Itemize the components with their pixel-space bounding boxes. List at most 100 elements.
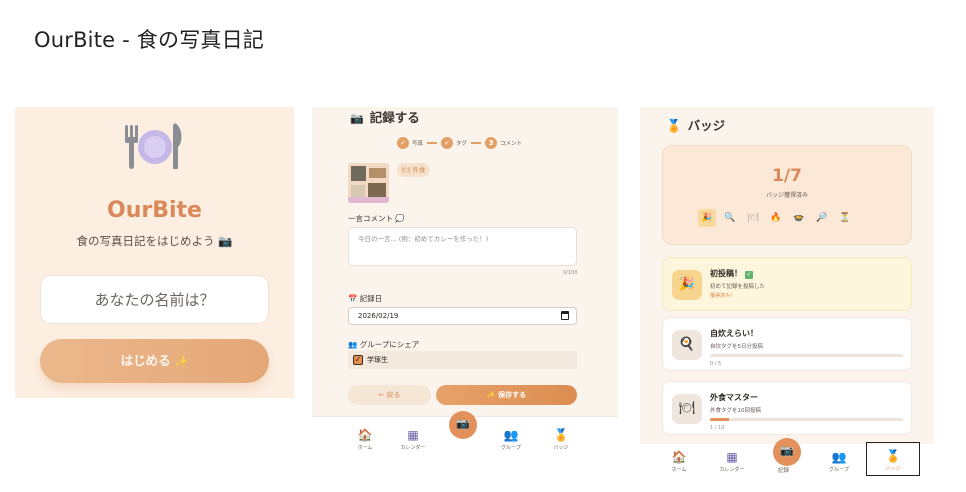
badge-card-progress: 0 / 5 xyxy=(710,361,722,367)
calendar-picker-icon[interactable] xyxy=(561,311,569,320)
badge-card-title: 初投稿！ ✓ xyxy=(710,269,753,279)
badge-card-progress: 1 / 10 xyxy=(710,425,725,431)
hourglass-icon[interactable]: ⏳ xyxy=(836,209,854,227)
step-connector xyxy=(427,142,438,144)
checkbox-checked-icon[interactable]: ✓ xyxy=(353,355,363,365)
medal-icon: 🏅 xyxy=(885,449,901,463)
progress-bar xyxy=(710,354,903,357)
badge-card-desc: 外食タグを10回投稿 xyxy=(710,408,761,414)
nav-badge-active[interactable]: 🏅 バッジ xyxy=(866,442,920,476)
badge-title: バッジ xyxy=(687,118,726,133)
nav-record-button[interactable]: 📷 xyxy=(773,438,801,466)
sparkle-icon: ✨ xyxy=(174,355,189,368)
badge-card-home-cooking[interactable]: 🍳 自炊えらい！ 自炊タグを5日分投稿 0 / 5 xyxy=(662,317,912,371)
nav-home-label: ホーム xyxy=(671,467,687,473)
badge-card-title: 外食マスター xyxy=(710,393,758,402)
nav-badge-label: バッジ xyxy=(553,445,569,451)
nav-calendar-label: カレンダー xyxy=(400,445,426,451)
progress-bar xyxy=(710,418,903,421)
bottom-nav: 🏠 ホーム ▦ カレンダー 📷 記録 👥 グループ 🏅 バッジ xyxy=(312,411,618,456)
step-indicator: ✓ 写真 ✓ タグ 3 コメント xyxy=(397,136,526,150)
search-icon[interactable]: 🔍 xyxy=(721,209,739,227)
camera-icon: 📷 xyxy=(456,417,470,430)
group-icon: 👥 xyxy=(831,450,847,464)
plate-icon: 🍽 xyxy=(672,394,702,424)
badge-card-dining-master[interactable]: 🍽 外食マスター 外食タグを10回投稿 1 / 10 xyxy=(662,381,912,435)
nav-record-label: 記録 xyxy=(778,468,790,474)
nav-calendar-label: カレンダー xyxy=(719,467,745,473)
char-counter: 0/100 xyxy=(563,270,578,276)
page-title: OurBite - 食の写真日記 xyxy=(34,28,264,52)
fire-icon[interactable]: 🔥 xyxy=(767,209,785,227)
badge-card-desc: 自炊タグを5日分投稿 xyxy=(710,344,763,350)
app-name: OurBite xyxy=(107,198,202,223)
party-icon: 🎉 xyxy=(672,270,702,300)
step-1-label: 写真 xyxy=(412,141,424,147)
badge-card-first-post[interactable]: 🎉 初投稿！ ✓ 初めて記録を投稿した 獲得済み！ xyxy=(662,257,912,311)
badge-summary: 1/7 バッジ獲得済み 🎉 🔍 🍽 🔥 🍲 🔎 ⏳ xyxy=(662,145,912,245)
nav-badge[interactable]: 🏅 バッジ xyxy=(536,428,586,451)
welcome-screen: OurBite 食の写真日記をはじめよう 📷 はじめる✨ xyxy=(15,107,294,398)
badge-bottom-nav: 🏠 ホーム ▦ カレンダー 📷 記録 👥 グループ 🏅 バッジ xyxy=(640,438,934,484)
frying-pan-icon: 🍳 xyxy=(672,330,702,360)
magnifier-icon[interactable]: 🔎 xyxy=(813,209,831,227)
share-group-option[interactable]: ✓ 学琢生 xyxy=(348,351,577,369)
badge-icon-row: 🎉 🔍 🍽 🔥 🍲 🔎 ⏳ xyxy=(698,209,859,227)
step-1-dot: ✓ xyxy=(397,137,409,149)
step-2-label: タグ xyxy=(456,141,468,147)
nav-home-label: ホーム xyxy=(357,445,373,451)
badge-card-status: 獲得済み！ xyxy=(710,293,736,299)
step-3-dot: 3 xyxy=(485,137,498,149)
start-label: はじめる xyxy=(120,353,171,368)
check-icon: ✓ xyxy=(745,271,753,279)
tagline: 食の写真日記をはじめよう 📷 xyxy=(76,234,233,248)
record-screen: 📷 記録する ✓ 写真 ✓ タグ 3 コメント 🍽 外食 一言コメント 💭 0/1… xyxy=(312,107,618,456)
badge-card-title: 自炊えらい！ xyxy=(710,329,758,338)
date-value: 2026/02/19 xyxy=(358,312,399,320)
step-3-label: コメント xyxy=(500,141,523,147)
tag-chip-eating-out[interactable]: 🍽 外食 xyxy=(397,163,431,177)
comment-label: 一言コメント 💭 xyxy=(348,214,405,223)
camera-icon: 📷 xyxy=(780,444,794,457)
nav-record-button[interactable]: 📷 xyxy=(449,411,477,439)
pot-icon[interactable]: 🍲 xyxy=(790,209,808,227)
share-group-name: 学琢生 xyxy=(367,356,388,364)
nav-group-label: グループ xyxy=(829,467,849,473)
record-header: 📷 記録する xyxy=(350,107,420,126)
nav-group[interactable]: 👥 グループ xyxy=(814,450,864,473)
start-button[interactable]: はじめる ✨ xyxy=(40,339,269,383)
nav-record-label: 記録 xyxy=(457,441,469,447)
badge-screen: 🏅 バッジ 1/7 バッジ獲得済み 🎉 🔍 🍽 🔥 🍲 🔎 ⏳ 🎉 初投稿！ ✓ 初… xyxy=(640,107,934,444)
party-icon[interactable]: 🎉 xyxy=(698,209,716,227)
comment-input[interactable] xyxy=(348,227,577,266)
name-input[interactable] xyxy=(40,275,269,324)
nav-badge-label: バッジ xyxy=(885,466,901,472)
plate-cutlery-logo xyxy=(125,123,182,169)
badge-count-label: バッジ獲得済み xyxy=(765,192,808,199)
back-button[interactable]: ← 戻る xyxy=(348,385,431,405)
save-button[interactable]: ✨ 保存する xyxy=(436,385,577,405)
calendar-icon: ▦ xyxy=(726,450,738,464)
step-connector xyxy=(471,142,482,144)
group-icon: 👥 xyxy=(503,428,519,442)
photo-thumbnail[interactable] xyxy=(348,163,389,203)
nav-home[interactable]: 🏠 ホーム xyxy=(654,450,704,473)
nav-calendar[interactable]: ▦ カレンダー xyxy=(707,450,757,473)
calendar-icon: ▦ xyxy=(407,428,419,442)
step-2-dot: ✓ xyxy=(441,137,454,149)
date-label: 📅 記録日 xyxy=(348,294,383,303)
home-icon: 🏠 xyxy=(357,428,373,442)
plate-icon[interactable]: 🍽 xyxy=(744,209,762,227)
badge-count: 1/7 xyxy=(772,166,802,186)
nav-group-label: グループ xyxy=(501,445,521,451)
nav-group[interactable]: 👥 グループ xyxy=(486,428,536,451)
badge-header: 🏅 バッジ xyxy=(666,115,725,134)
medal-icon: 🏅 xyxy=(666,118,682,133)
home-icon: 🏠 xyxy=(671,450,687,464)
camera-icon: 📷 xyxy=(350,112,364,125)
date-input[interactable]: 2026/02/19 xyxy=(348,307,577,325)
share-label: 👥 グループにシェア xyxy=(348,340,420,349)
nav-calendar[interactable]: ▦ カレンダー xyxy=(388,428,438,451)
nav-home[interactable]: 🏠 ホーム xyxy=(340,428,390,451)
badge-card-desc: 初めて記録を投稿した xyxy=(710,284,766,290)
